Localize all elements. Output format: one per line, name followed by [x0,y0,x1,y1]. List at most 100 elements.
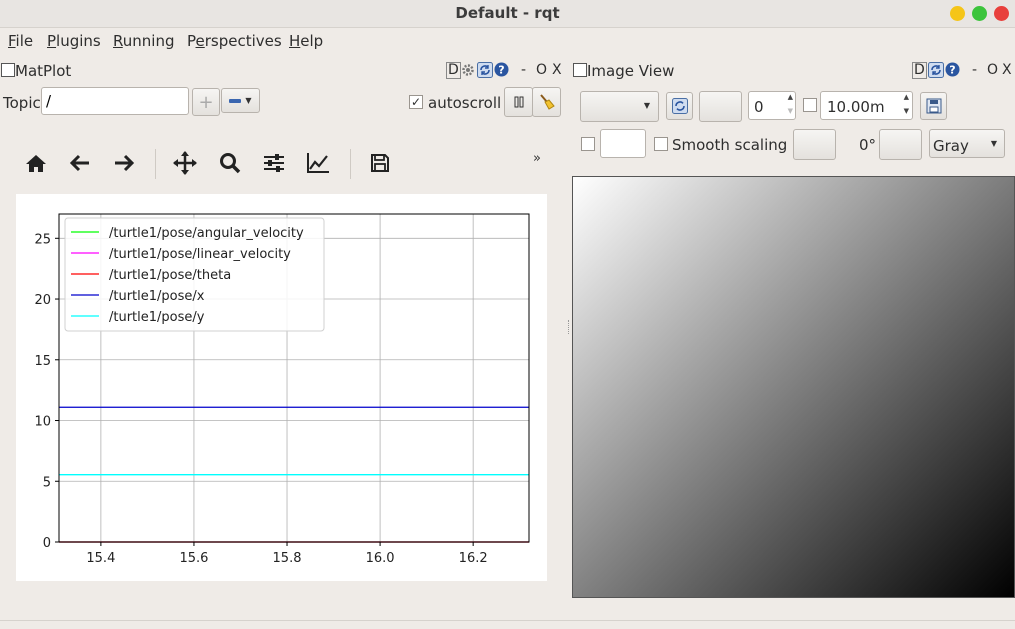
remove-topic-button[interactable]: ▼ [221,88,260,113]
imageview-dock-d-button[interactable]: D [912,62,927,79]
matplot-settings-icon[interactable] [461,63,475,77]
floppy-disk-icon [371,154,389,172]
line-chart-icon [307,153,329,173]
colormap-select[interactable]: Gray ▼ [929,129,1005,158]
smooth-scaling-checkbox[interactable] [654,137,668,151]
pan-button[interactable] [170,148,200,178]
spin-down-icon: ▼ [787,107,793,115]
image-spinbox-value: 0 [754,98,764,116]
menu-help[interactable]: Help [289,32,323,50]
colormap-value: Gray [933,137,969,155]
arrow-right-icon [115,154,135,172]
dock-splitter[interactable] [568,320,571,334]
svg-text:?: ? [498,64,504,77]
duration-spinbox[interactable]: 10.00m ▲ ▼ [820,91,913,120]
matplot-dock-close-button[interactable]: X [552,62,562,78]
add-topic-button[interactable]: + [192,88,220,116]
zoom-button[interactable] [215,148,245,178]
toolbar-overflow-icon[interactable]: » [533,151,541,166]
matplot-dock-float-button[interactable]: O [536,62,547,78]
svg-text:?: ? [949,64,955,77]
mouse-topic-input[interactable] [600,129,646,158]
configure-subplots-button[interactable] [259,148,289,178]
matplot-dock-d-button[interactable]: D [446,62,461,79]
close-button[interactable] [994,6,1009,21]
home-icon [26,155,46,172]
imageview-app-icon [573,63,587,77]
y-tick-label: 15 [34,354,51,369]
spin-up-icon[interactable]: ▲ [904,93,909,101]
autoscroll-checkbox[interactable]: ✓ [409,95,423,109]
imageview-dock-float-button[interactable]: O [987,62,998,78]
spin-down-icon[interactable]: ▼ [904,107,909,115]
line-chart: 15.4 15.6 15.8 16.0 16.2 0 5 10 15 20 25/turtle1/p… [34,213,530,566]
autoscroll-label: autoscroll [428,94,502,112]
broom-icon [539,94,555,110]
y-tick-label: 10 [34,415,51,430]
imageview-help-icon[interactable]: ? [945,62,960,77]
chevron-down-icon: ▼ [990,139,997,148]
pause-button[interactable] [504,87,533,117]
imageview-dock-close-button[interactable]: X [1002,62,1012,78]
spin-up-icon[interactable]: ▲ [788,93,793,101]
plot-canvas[interactable]: 15.4 15.6 15.8 16.0 16.2 0 5 10 15 20 25/turtle1/p… [16,194,547,581]
y-tick-label: 25 [34,232,51,247]
save-figure-button[interactable] [365,148,395,178]
forward-button[interactable] [109,148,139,178]
image-display[interactable] [572,176,1015,598]
menu-file[interactable]: File [8,32,33,50]
mouse-publish-checkbox[interactable] [581,137,595,151]
rotate-left-button[interactable] [793,129,836,160]
rotation-label: 0° [859,136,877,154]
legend-label: /turtle1/pose/y [109,310,205,325]
x-tick-label: 15.6 [179,551,208,566]
imageview-title: Image View [587,62,675,80]
image-topic-select[interactable]: ▼ [580,91,659,122]
y-tick-label: 5 [43,475,51,490]
clear-button[interactable] [532,87,561,117]
y-tick-label: 0 [43,536,51,551]
toolbar-separator [350,149,351,179]
smooth-scaling-label: Smooth scaling [672,136,788,154]
refresh-topics-button[interactable] [666,92,693,120]
home-button[interactable] [21,148,51,178]
x-tick-label: 16.2 [459,551,488,566]
minus-icon [229,98,242,103]
refresh-icon [671,98,688,114]
save-image-button[interactable] [920,92,947,120]
edit-axes-button[interactable] [303,148,333,178]
legend-label: /turtle1/pose/theta [109,268,231,283]
duration-checkbox[interactable] [803,98,817,112]
menu-perspectives[interactable]: Perspectives [187,32,282,50]
minimize-button[interactable] [950,6,965,21]
x-tick-label: 15.8 [273,551,302,566]
maximize-button[interactable] [972,6,987,21]
toolbar-separator [155,149,156,179]
matplot-dock-minimize-button[interactable]: - [521,62,526,78]
rotate-right-button[interactable] [879,129,922,160]
move-icon [173,151,197,175]
legend-label: /turtle1/pose/x [109,289,205,304]
x-tick-label: 16.0 [366,551,395,566]
image-option-button[interactable] [699,91,742,122]
plus-icon: + [198,91,214,113]
y-tick-label: 20 [34,293,51,308]
menu-plugins[interactable]: Plugins [47,32,101,50]
matplot-help-icon[interactable]: ? [494,62,509,77]
window-title: Default - rqt [455,4,560,22]
matplot-title: MatPlot [15,62,72,80]
topic-input[interactable] [41,87,189,115]
back-button[interactable] [65,148,95,178]
matplot-app-icon [1,63,15,77]
menu-running[interactable]: Running [113,32,174,50]
legend-label: /turtle1/pose/linear_velocity [109,247,291,262]
duration-value: 10.00m [827,98,885,116]
save-image-icon [926,98,941,114]
legend-label: /turtle1/pose/angular_velocity [109,226,304,241]
image-spinbox[interactable]: 0 ▲ ▼ [748,91,796,120]
matplot-reload-icon[interactable] [477,62,493,78]
arrow-left-icon [69,154,89,172]
imageview-reload-icon[interactable] [928,62,944,78]
imageview-dock-minimize-button[interactable]: - [972,62,977,78]
topic-label: Topic [3,94,41,112]
